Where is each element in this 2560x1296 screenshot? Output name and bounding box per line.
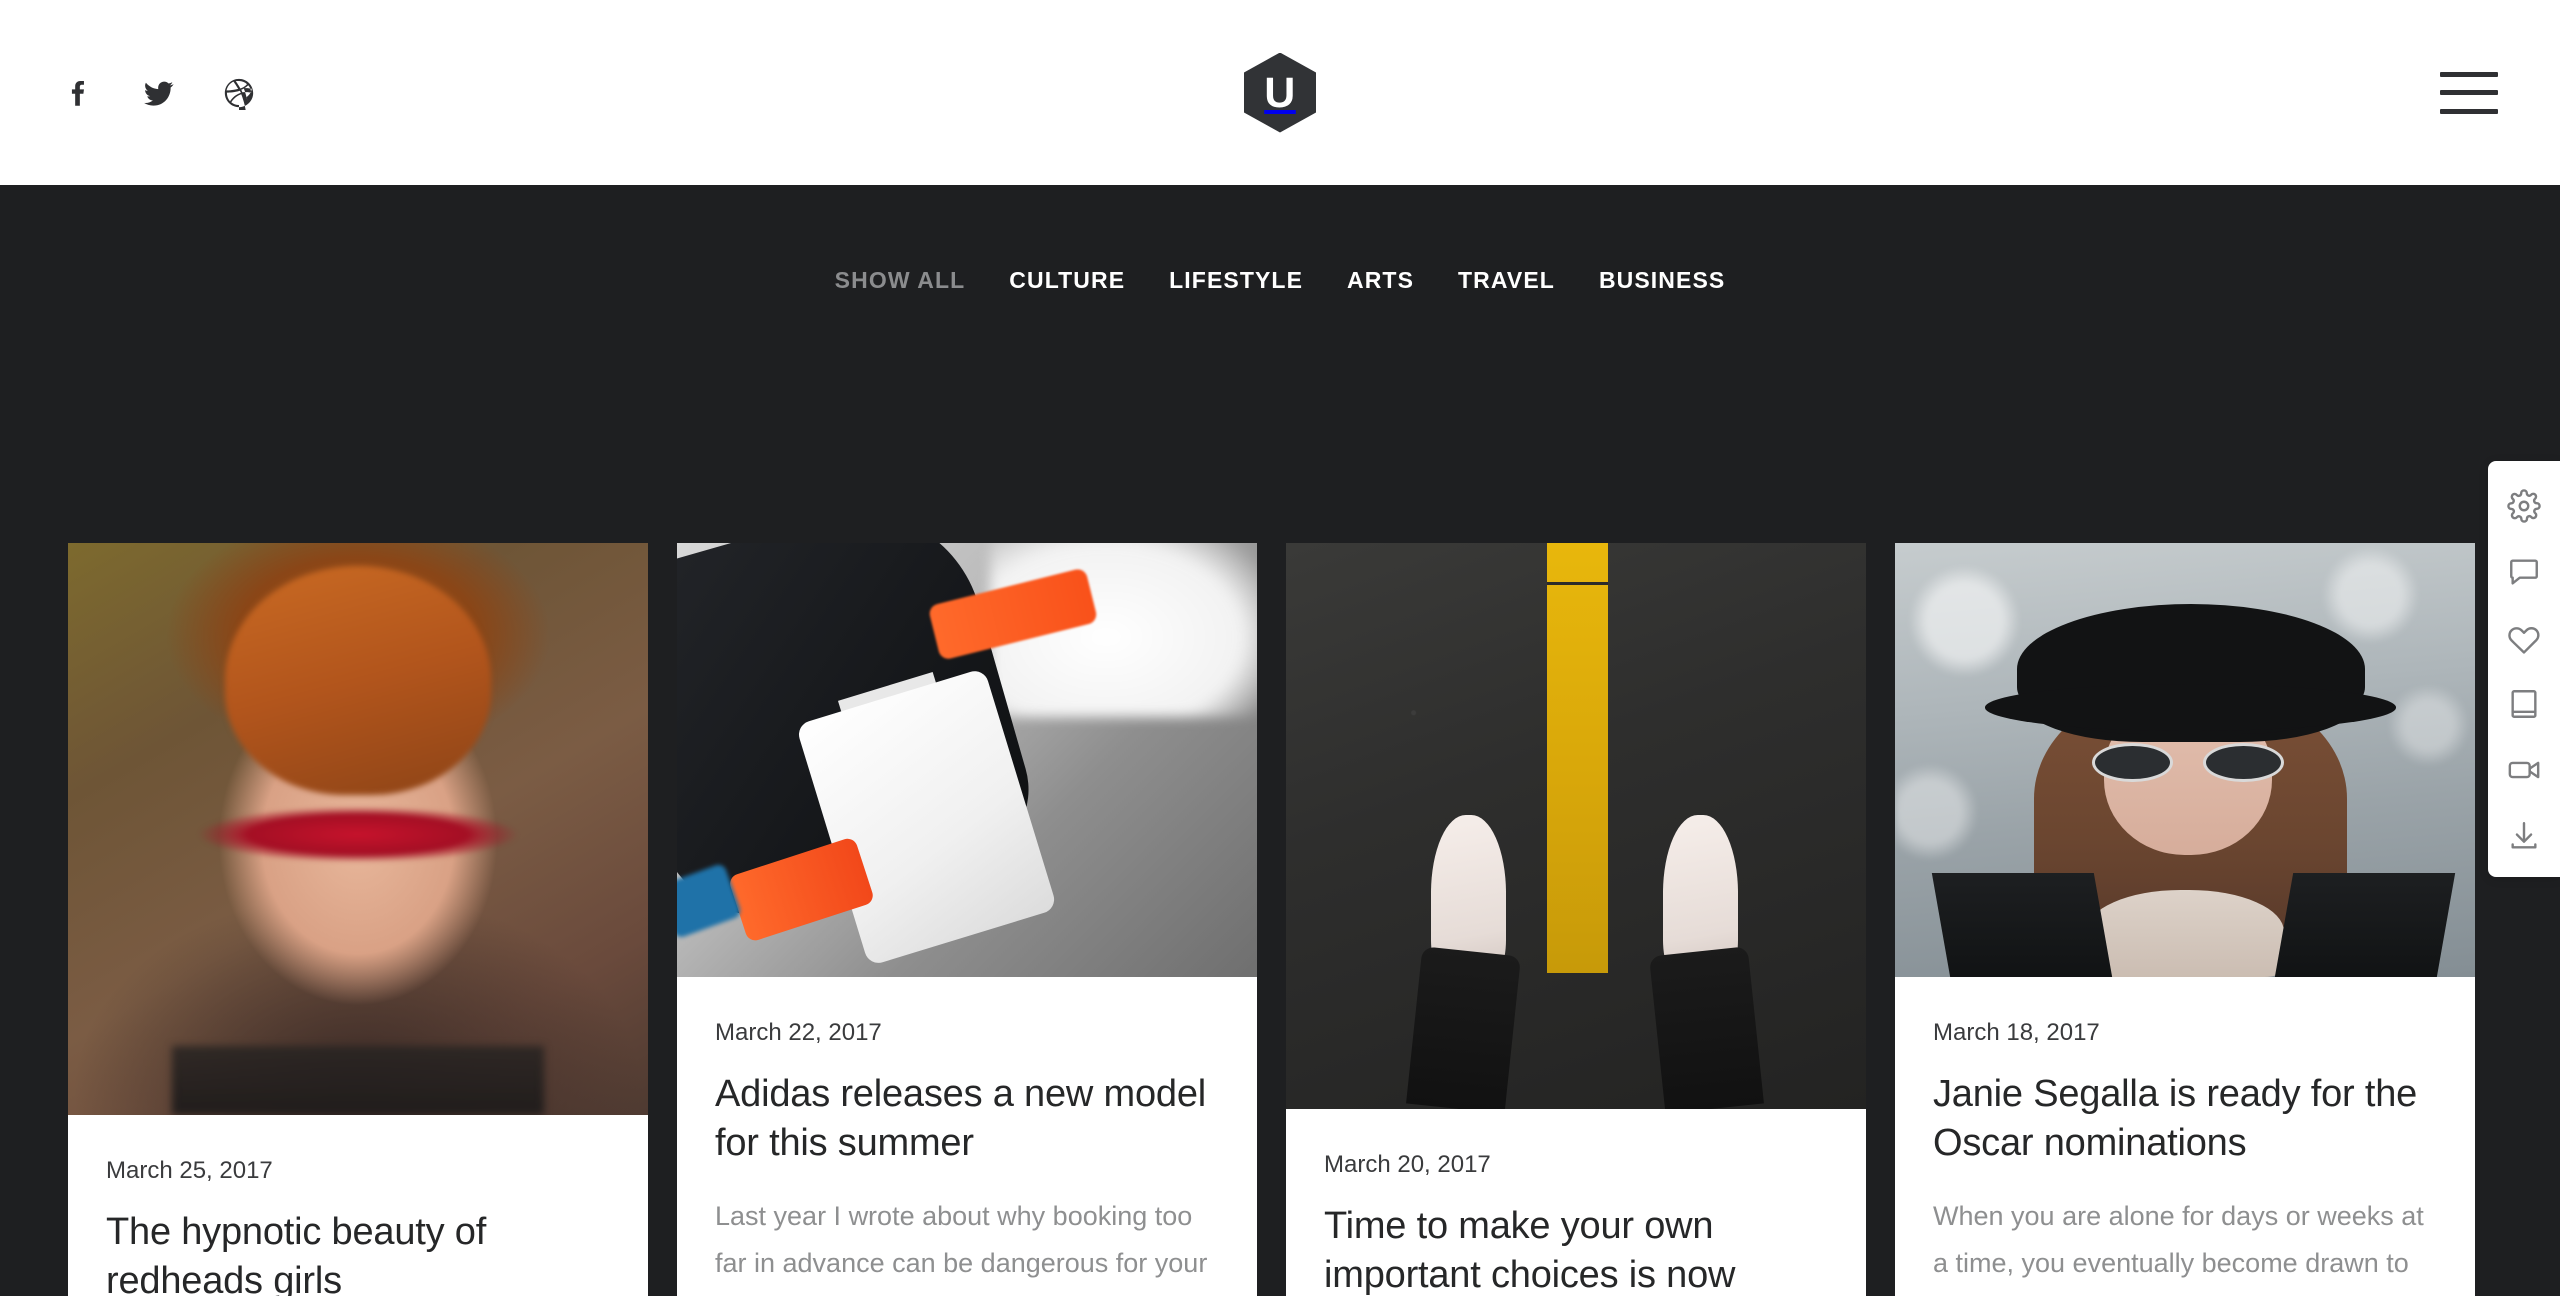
- video-camera-icon[interactable]: [2505, 751, 2543, 789]
- photo-detail: [2086, 890, 2284, 977]
- book-icon[interactable]: [2505, 685, 2543, 723]
- photo-detail: [2274, 872, 2456, 977]
- post-body: March 25, 2017 The hypnotic beauty of re…: [68, 1115, 648, 1296]
- brand-logo[interactable]: U: [1244, 52, 1316, 133]
- post-date: March 22, 2017: [715, 1019, 882, 1046]
- photo-redhead-portrait: [68, 543, 648, 1115]
- filter-travel[interactable]: TRAVEL: [1436, 267, 1577, 294]
- post-date: March 20, 2017: [1324, 1151, 1491, 1178]
- photo-detail: [1547, 543, 1608, 974]
- hamburger-bar-middle: [2440, 90, 2498, 95]
- post-body: March 18, 2017 Janie Segalla is ready fo…: [1895, 977, 2475, 1296]
- post-date: March 18, 2017: [1933, 1019, 2100, 1046]
- hamburger-menu-button[interactable]: [2440, 71, 2498, 114]
- filter-show-all[interactable]: SHOW ALL: [813, 267, 988, 294]
- post-grid: March 25, 2017 The hypnotic beauty of re…: [68, 543, 2492, 1296]
- filter-business[interactable]: BUSINESS: [1577, 267, 1747, 294]
- logo-letter: U: [1264, 68, 1296, 117]
- comment-icon[interactable]: [2505, 553, 2543, 591]
- hamburger-bar-bottom: [2440, 108, 2498, 114]
- post-excerpt: When you are alone for days or weeks at …: [1933, 1201, 2424, 1296]
- dribbble-icon[interactable]: [222, 76, 256, 110]
- post-thumbnail-winter[interactable]: [1895, 543, 2475, 977]
- photo-detail: [1985, 603, 2397, 734]
- post-title[interactable]: Janie Segalla is ready for the Oscar nom…: [1933, 1070, 2437, 1167]
- content-stage: SHOW ALL CULTURE LIFESTYLE ARTS TRAVEL B…: [0, 185, 2560, 1296]
- photo-detail: [2092, 742, 2284, 782]
- photo-detail: [1405, 945, 1521, 1109]
- post-body: March 20, 2017 Time to make your own imp…: [1286, 1109, 1866, 1296]
- post-card[interactable]: March 18, 2017 Janie Segalla is ready fo…: [1895, 543, 2475, 1296]
- download-icon[interactable]: [2505, 817, 2543, 855]
- photo-feet-on-road: [1286, 543, 1866, 1109]
- heart-icon[interactable]: [2505, 619, 2543, 657]
- site-header: U: [0, 0, 2560, 185]
- post-title[interactable]: The hypnotic beauty of redheads girls: [106, 1208, 610, 1296]
- social-links: [62, 76, 256, 110]
- post-thumbnail-redhead[interactable]: [68, 543, 648, 1115]
- post-title[interactable]: Adidas releases a new model for this sum…: [715, 1070, 1219, 1167]
- photo-detail: [1649, 945, 1764, 1109]
- post-thumbnail-sneaker[interactable]: [677, 543, 1257, 977]
- post-title[interactable]: Time to make your own important choices …: [1324, 1202, 1828, 1296]
- side-dock: [2488, 461, 2560, 877]
- hexagon-logo-mark: U: [1244, 52, 1316, 133]
- post-card[interactable]: March 22, 2017 Adidas releases a new mod…: [677, 543, 1257, 1296]
- twitter-icon[interactable]: [142, 76, 176, 110]
- photo-detail: [172, 1046, 544, 1115]
- gear-icon[interactable]: [2505, 487, 2543, 525]
- category-filter-nav: SHOW ALL CULTURE LIFESTYLE ARTS TRAVEL B…: [0, 185, 2560, 375]
- filter-culture[interactable]: CULTURE: [987, 267, 1147, 294]
- filter-lifestyle[interactable]: LIFESTYLE: [1147, 267, 1325, 294]
- photo-winter-portrait: [1895, 543, 2475, 977]
- post-body: March 22, 2017 Adidas releases a new mod…: [677, 977, 1257, 1296]
- facebook-icon[interactable]: [62, 76, 96, 110]
- photo-detail: [2092, 742, 2173, 782]
- post-date: March 25, 2017: [106, 1157, 273, 1184]
- photo-adidas-sneaker: [677, 543, 1257, 977]
- photo-detail: [2203, 742, 2284, 782]
- filter-arts[interactable]: ARTS: [1325, 267, 1436, 294]
- post-card[interactable]: March 20, 2017 Time to make your own imp…: [1286, 543, 1866, 1296]
- post-thumbnail-road[interactable]: [1286, 543, 1866, 1109]
- hamburger-bar-top: [2440, 71, 2498, 77]
- post-card[interactable]: March 25, 2017 The hypnotic beauty of re…: [68, 543, 648, 1296]
- photo-detail: [1932, 872, 2113, 977]
- post-excerpt: Last year I wrote about why booking too …: [715, 1201, 1208, 1296]
